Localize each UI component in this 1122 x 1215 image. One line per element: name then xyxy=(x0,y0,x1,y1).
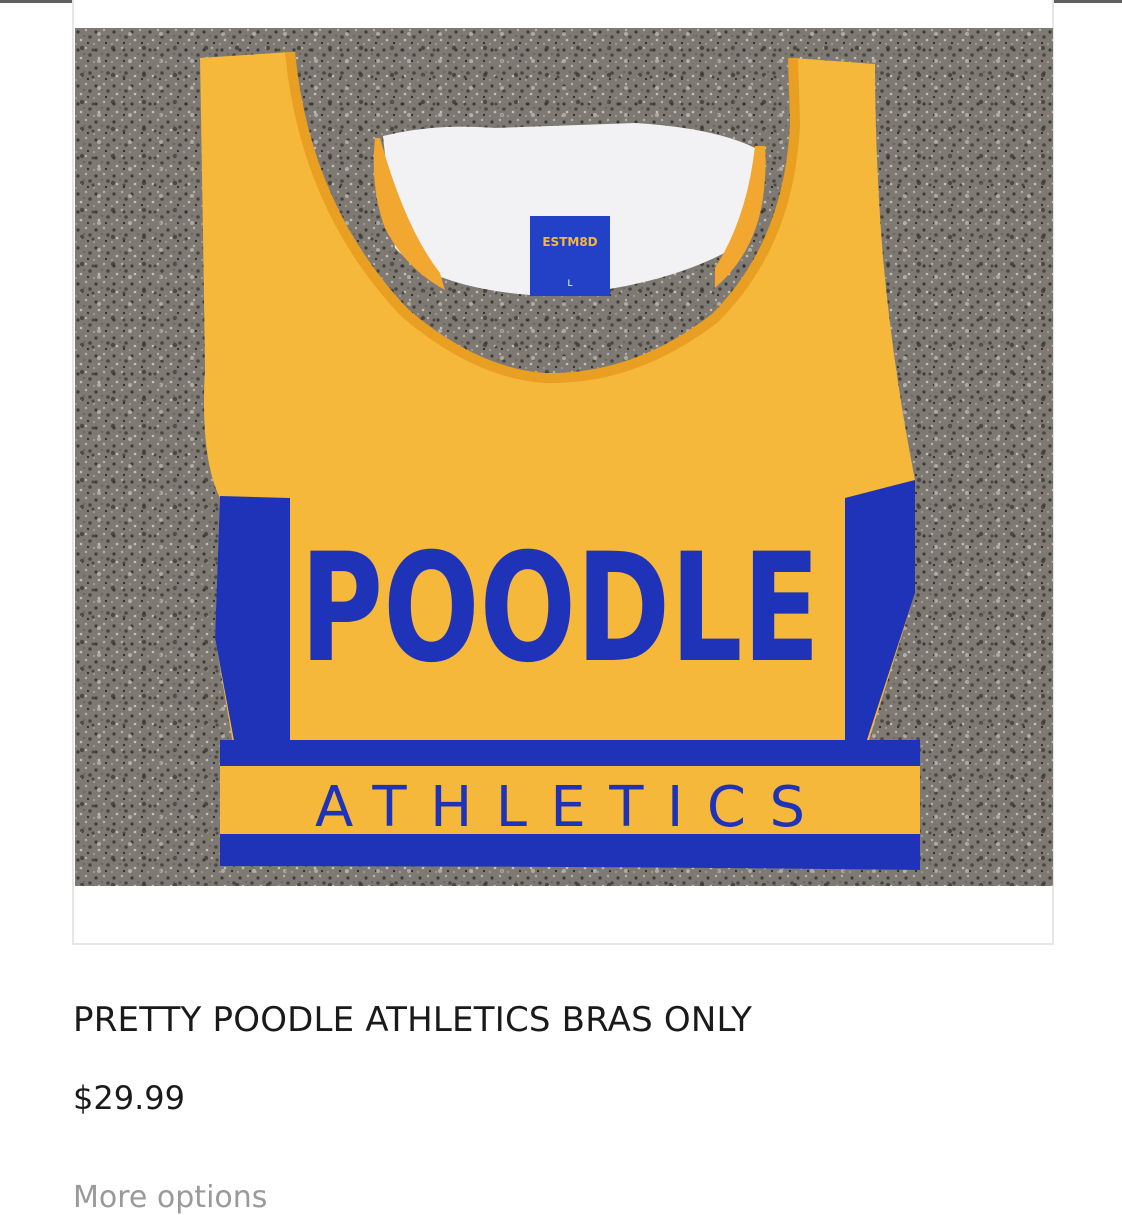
band-top-stripe xyxy=(220,740,920,766)
product-title[interactable]: PRETTY POODLE ATHLETICS BRAS ONLY xyxy=(73,1000,752,1040)
label-size-text: L xyxy=(567,279,572,289)
product-photo[interactable]: ESTM8D L POODLE ATHLETICS xyxy=(75,28,1053,886)
more-options-link[interactable]: More options xyxy=(73,1180,267,1215)
label-tag-text: ESTM8D xyxy=(542,235,597,249)
product-price: $29.99 xyxy=(73,1079,185,1117)
band-print-text: ATHLETICS xyxy=(315,775,805,840)
chest-print-text: POODLE xyxy=(300,522,820,696)
